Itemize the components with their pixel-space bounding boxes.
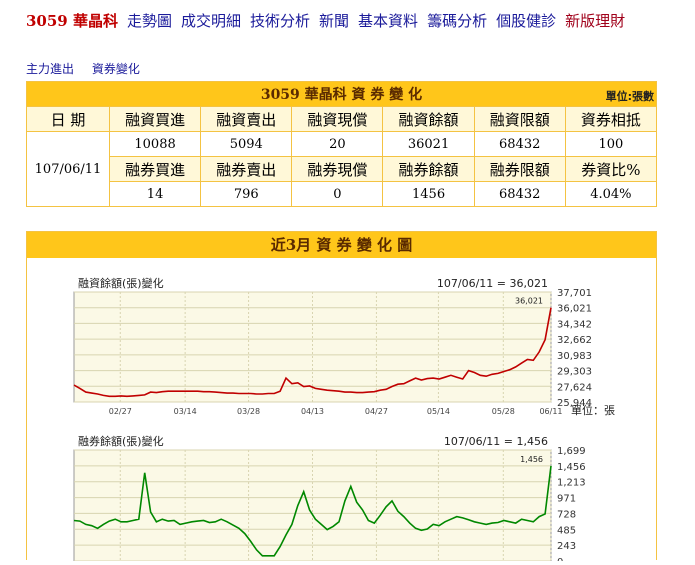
table-title: 3059 華晶科 資 券 變 化 (260, 87, 423, 103)
short-value: 14 (108, 181, 202, 207)
nav-trend[interactable]: 走勢圖 (127, 10, 172, 31)
nav-news[interactable]: 新聞 (319, 10, 349, 31)
margin-header: 融資賣出 (200, 106, 293, 132)
x-tick-label: 04/13 (301, 407, 324, 416)
chart-section-title: 近3月 資 券 變 化 圖 (27, 232, 656, 258)
y-tick-label: 971 (557, 494, 576, 505)
charts-svg: 37,701 36,021 34,342 32,662 30,983 29,303 27,6… (73, 276, 615, 565)
short-value: 68432 (473, 181, 566, 207)
chart-readout: 107/06/11 = 1,456 (444, 435, 548, 448)
margin-value: 100 (564, 131, 658, 157)
margin-value: 5094 (200, 131, 293, 157)
y-tick-label: 1,699 (557, 446, 586, 457)
last-value-label: 1,456 (520, 455, 543, 464)
margin-short-table: 3059 華晶科 資 券 變 化 單位:張數 日 期 融資買進 融資賣出 融資現… (26, 81, 658, 207)
short-header: 融券現償 (291, 156, 384, 182)
subnav-margin-change[interactable]: 資券變化 (92, 62, 140, 76)
nav-new-version[interactable]: 新版理財 (565, 10, 625, 31)
short-value: 4.04% (564, 181, 658, 207)
margin-value: 10088 (108, 131, 202, 157)
chart-title: 融券餘額(張)變化 (78, 434, 164, 448)
short-value: 0 (291, 181, 384, 207)
table-title-bar: 3059 華晶科 資 券 變 化 單位:張數 (26, 81, 657, 107)
y-tick-label: 37,701 (557, 288, 592, 299)
nav-trade-detail[interactable]: 成交明細 (181, 10, 241, 31)
x-tick-label: 05/28 (492, 407, 515, 416)
date-cell: 107/06/11 (26, 131, 110, 207)
chart-readout: 107/06/11 = 36,021 (437, 277, 548, 290)
margin-value: 20 (291, 131, 384, 157)
stock-title-link[interactable]: 3059 華晶科 (26, 10, 118, 31)
nav-basic-info[interactable]: 基本資料 (358, 10, 418, 31)
y-tick-label: 27,624 (557, 382, 592, 393)
y-tick-label: 728 (557, 509, 576, 520)
y-tick-label: 34,342 (557, 319, 592, 330)
subnav-main-force[interactable]: 主力進出 (26, 62, 74, 76)
x-tick-label: 03/28 (237, 407, 260, 416)
margin-value: 36021 (382, 131, 475, 157)
short-value: 1456 (382, 181, 475, 207)
short-header: 融券限額 (473, 156, 566, 182)
margin-value: 68432 (473, 131, 566, 157)
y-tick-label: 1,213 (557, 478, 586, 489)
top-navigation: 3059 華晶科 走勢圖 成交明細 技術分析 新聞 基本資料 籌碼分析 個股健診… (26, 6, 634, 34)
nav-chips[interactable]: 籌碼分析 (427, 10, 487, 31)
short-value: 796 (200, 181, 293, 207)
chart-title: 融資餘額(張)變化 (78, 276, 164, 290)
short-header: 融券餘額 (382, 156, 475, 182)
nav-technical[interactable]: 技術分析 (250, 10, 310, 31)
y-tick-label: 36,021 (557, 304, 592, 315)
unit-label: 單位：張 (571, 403, 615, 417)
margin-header: 資券相抵 (564, 106, 658, 132)
y-tick-label: 243 (557, 541, 576, 552)
margin-header: 融資買進 (108, 106, 202, 132)
y-tick-label: 29,303 (557, 367, 592, 378)
x-tick-label: 06/11 (539, 407, 562, 416)
nav-health[interactable]: 個股健診 (496, 10, 556, 31)
date-header: 日 期 (26, 106, 110, 132)
y-tick-label: 32,662 (557, 335, 592, 346)
x-tick-label: 05/14 (427, 407, 450, 416)
unit-label: 單位:張數 (605, 90, 654, 103)
margin-header: 融資限額 (473, 106, 566, 132)
x-tick-label: 03/14 (174, 407, 197, 416)
y-tick-label: 0 (557, 557, 563, 561)
chart-section: 近3月 資 券 變 化 圖 37,701 36,021 34,342 32,662 30… (26, 231, 657, 565)
y-tick-label: 1,456 (557, 462, 586, 473)
x-tick-label: 02/27 (109, 407, 132, 416)
short-header: 券資比% (564, 156, 658, 182)
margin-header: 融資現償 (291, 106, 384, 132)
y-tick-label: 30,983 (557, 351, 592, 362)
last-value-label: 36,021 (515, 297, 543, 306)
sub-navigation: 主力進出 資券變化 (26, 60, 154, 77)
x-tick-label: 04/27 (365, 407, 388, 416)
short-header: 融券賣出 (200, 156, 293, 182)
short-header: 融券買進 (108, 156, 202, 182)
y-tick-label: 485 (557, 525, 576, 536)
margin-header: 融資餘額 (382, 106, 475, 132)
